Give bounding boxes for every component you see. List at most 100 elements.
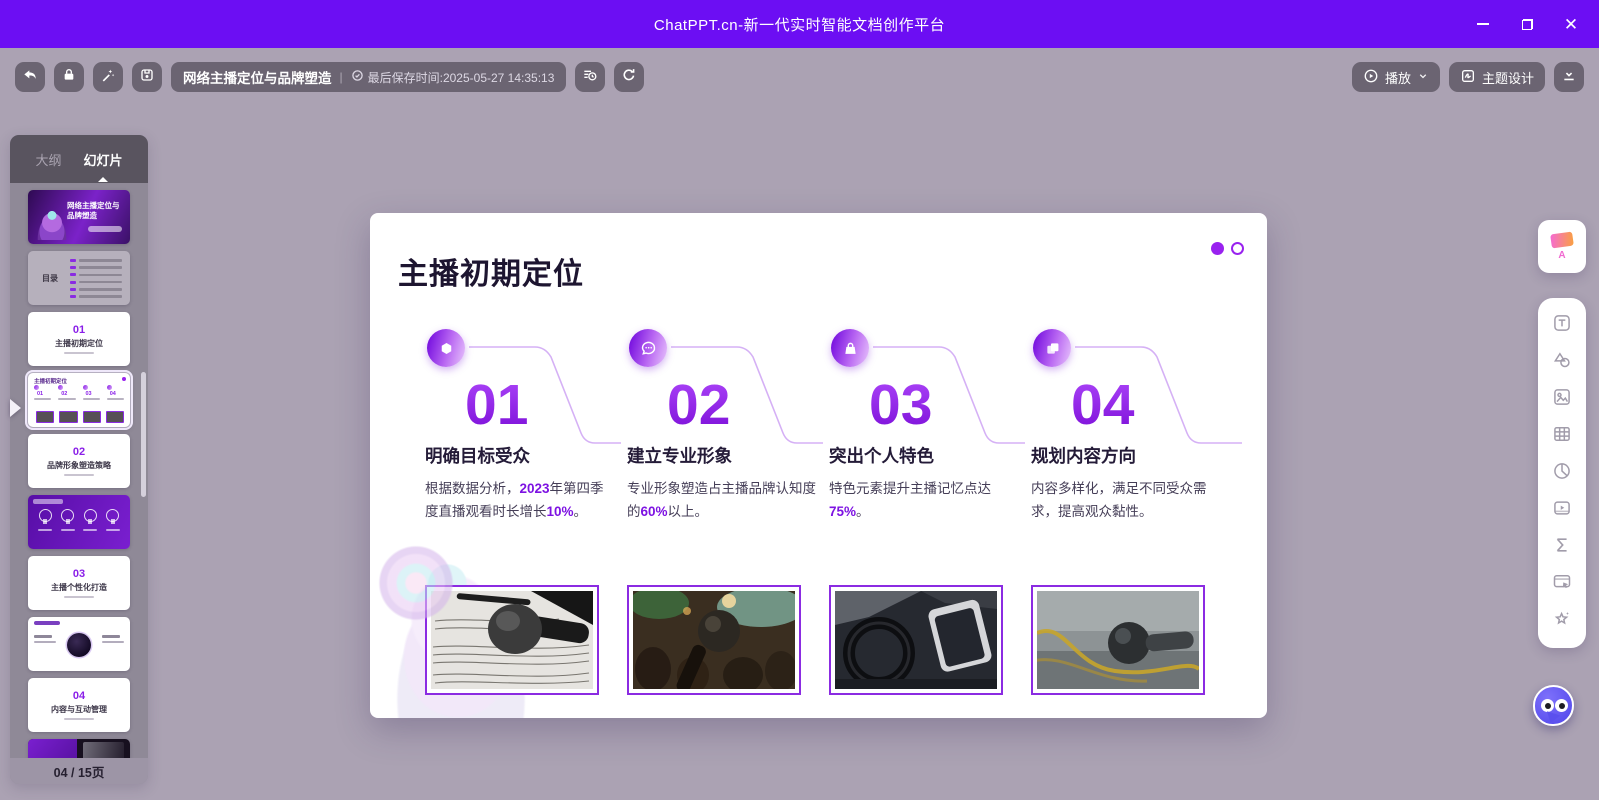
slide-panel: 大纲 幻灯片 网络主播定位与品牌塑造目录 01主播初期定位主播初期定位010203… — [10, 135, 148, 784]
gem-icon — [427, 329, 465, 367]
download-button[interactable] — [1554, 62, 1584, 92]
effects-tool-button[interactable] — [1543, 603, 1581, 640]
bag-icon — [831, 329, 869, 367]
save-status: 最后保存时间:2025-05-27 14:35:13 — [351, 69, 555, 86]
restore-icon — [1522, 19, 1533, 30]
minimize-button[interactable] — [1461, 7, 1505, 41]
play-circle-icon — [1363, 68, 1379, 87]
save-icon — [139, 67, 155, 88]
formula-tool-button[interactable] — [1543, 529, 1581, 566]
image-tool-button[interactable] — [1543, 381, 1581, 418]
theme-design-icon — [1460, 68, 1476, 87]
microphone-stage-photo[interactable] — [627, 585, 801, 695]
toolbar-right: 播放 主题设计 — [1352, 48, 1584, 106]
theme-style-icon — [1550, 231, 1574, 248]
web-card-icon — [1552, 572, 1572, 597]
shapes-icon — [1552, 350, 1572, 375]
close-icon: ✕ — [1564, 16, 1578, 33]
slide-thumbnail-1[interactable]: 网络主播定位与品牌塑造 — [28, 190, 130, 244]
image-icon — [1552, 387, 1572, 412]
microphone-ground-photo[interactable] — [1031, 585, 1205, 695]
slide-pagination — [1211, 242, 1244, 255]
tab-slides[interactable]: 幻灯片 — [84, 146, 123, 173]
lock-button[interactable] — [54, 62, 84, 92]
download-icon — [1561, 67, 1577, 88]
assistant-mascot[interactable] — [1533, 685, 1574, 726]
headphones-phone-photo[interactable] — [829, 585, 1003, 695]
step-body[interactable]: 内容多样化，满足不同受众需求，提高观众黏性。 — [1031, 477, 1223, 523]
chevron-down-icon[interactable] — [1417, 70, 1429, 85]
assistant-bubble-icon — [1533, 685, 1574, 726]
step-item-03[interactable]: 03 突出个人特色特色元素提升主播记忆点达75%。 — [829, 325, 1031, 523]
restore-button[interactable] — [1505, 7, 1549, 41]
chart-icon — [1552, 461, 1572, 486]
play-button[interactable]: 播放 — [1352, 62, 1440, 92]
slide-thumbnail-list: 网络主播定位与品牌塑造目录 01主播初期定位主播初期定位01020304 02品牌形… — [10, 183, 148, 758]
history-button[interactable] — [575, 62, 605, 92]
slide-thumbnail-9[interactable]: 04内容与互动管理 — [28, 678, 130, 732]
step-columns: 01 明确目标受众根据数据分析，2023年第四季度直播观看时长增长10%。 02 建立… — [425, 325, 1233, 523]
pages-icon — [1033, 329, 1071, 367]
web-card-tool-button[interactable] — [1543, 566, 1581, 603]
step-heading[interactable]: 明确目标受众 — [425, 443, 627, 468]
step-heading[interactable]: 建立专业形象 — [627, 443, 829, 468]
lock-icon — [61, 67, 77, 88]
step-item-01[interactable]: 01 明确目标受众根据数据分析，2023年第四季度直播观看时长增长10%。 — [425, 325, 627, 523]
slide-thumbnail-7[interactable]: 03主播个性化打造 — [28, 556, 130, 610]
minimize-icon — [1477, 23, 1489, 25]
undo-button[interactable] — [15, 62, 45, 92]
thumbnail-scrollbar[interactable] — [141, 372, 146, 497]
document-title[interactable]: 网络主播定位与品牌塑造 — [183, 67, 332, 87]
step-heading[interactable]: 规划内容方向 — [1031, 443, 1233, 468]
slide-thumbnail-8[interactable] — [28, 617, 130, 671]
theme-style-button[interactable]: A — [1538, 220, 1586, 273]
step-number[interactable]: 02 — [667, 377, 829, 434]
app-title: ChatPPT.cn-新一代实时智能文档创作平台 — [654, 14, 945, 35]
slide-title[interactable]: 主播初期定位 — [398, 249, 584, 293]
history-icon — [582, 67, 598, 88]
chat-icon — [629, 329, 667, 367]
step-item-04[interactable]: 04 规划内容方向内容多样化，满足不同受众需求，提高观众黏性。 — [1031, 325, 1233, 523]
step-body[interactable]: 特色元素提升主播记忆点达75%。 — [829, 477, 1021, 523]
panel-expand-arrow[interactable] — [10, 399, 21, 417]
magic-wand-button[interactable] — [93, 62, 123, 92]
step-number[interactable]: 04 — [1071, 377, 1233, 434]
titlebar: ChatPPT.cn-新一代实时智能文档创作平台 ✕ — [0, 0, 1599, 48]
step-heading[interactable]: 突出个人特色 — [829, 443, 1031, 468]
chart-tool-button[interactable] — [1543, 455, 1581, 492]
step-body[interactable]: 根据数据分析，2023年第四季度直播观看时长增长10%。 — [425, 477, 617, 523]
divider: | — [340, 70, 343, 84]
shapes-tool-button[interactable] — [1543, 344, 1581, 381]
video-tool-button[interactable] — [1543, 492, 1581, 529]
slide-thumbnail-3[interactable]: 01主播初期定位 — [28, 312, 130, 366]
slide-thumbnail-10[interactable] — [28, 739, 130, 758]
pagination-dot-current[interactable] — [1211, 242, 1224, 255]
save-button[interactable] — [132, 62, 162, 92]
slide-thumbnail-6[interactable] — [28, 495, 130, 549]
step-number[interactable]: 03 — [869, 377, 1031, 434]
undo-icon — [22, 67, 38, 88]
pagination-dot[interactable] — [1231, 242, 1244, 255]
close-button[interactable]: ✕ — [1549, 7, 1593, 41]
step-body[interactable]: 专业形象塑造占主播品牌认知度的60%以上。 — [627, 477, 819, 523]
step-number[interactable]: 01 — [465, 377, 627, 434]
text-tool-button[interactable] — [1543, 307, 1581, 344]
redo-button[interactable] — [614, 62, 644, 92]
table-tool-button[interactable] — [1543, 418, 1581, 455]
slide-thumbnail-4[interactable]: 主播初期定位01020304 — [28, 373, 130, 427]
theme-design-button[interactable]: 主题设计 — [1449, 62, 1545, 92]
panel-tabs: 大纲 幻灯片 — [10, 135, 148, 183]
redo-icon — [621, 67, 637, 88]
slide-thumbnail-5[interactable]: 02品牌形象塑造策略 — [28, 434, 130, 488]
insert-tool-rail — [1538, 298, 1586, 648]
table-icon — [1552, 424, 1572, 449]
step-item-02[interactable]: 02 建立专业形象专业形象塑造占主播品牌认知度的60%以上。 — [627, 325, 829, 523]
video-icon — [1552, 498, 1572, 523]
slide-canvas[interactable]: 主播初期定位 01 明确目标受众根据数据分析，2023年第四季度直播观看时长增长1… — [370, 213, 1267, 718]
microphone-sheet-music-photo[interactable] — [425, 585, 599, 695]
magic-wand-icon — [100, 67, 116, 88]
formula-icon — [1552, 535, 1572, 560]
slide-thumbnail-2[interactable]: 目录 — [28, 251, 130, 305]
tab-outline[interactable]: 大纲 — [35, 146, 61, 173]
document-info-pill: 网络主播定位与品牌塑造 | 最后保存时间:2025-05-27 14:35:13 — [171, 62, 566, 92]
